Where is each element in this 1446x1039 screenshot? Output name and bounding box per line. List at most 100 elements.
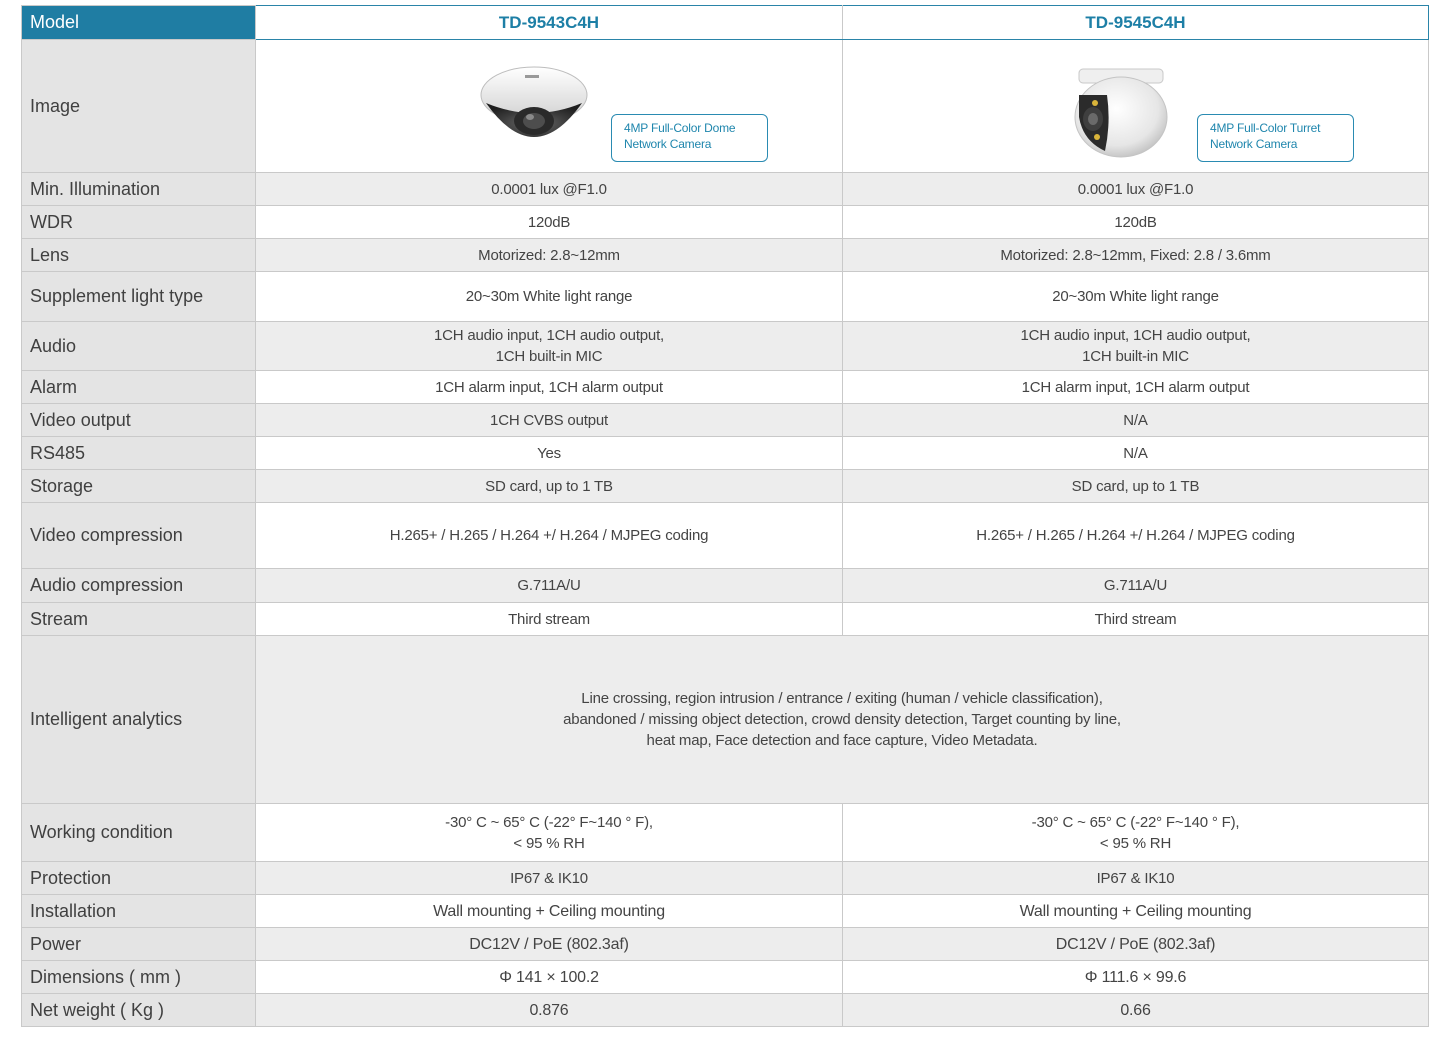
spec-row-lens: Lens Motorized: 2.8~12mm Motorized: 2.8~… — [21, 238, 1429, 272]
product-image-1: 4MP Full-Color Dome Network Camera — [256, 41, 842, 171]
caption-2-line1: 4MP Full-Color Turret — [1210, 121, 1321, 135]
working-2-line1: -30° C ~ 65° C (-22° F~140 ° F), — [1031, 813, 1240, 831]
row-value-1: H.265+ / H.265 / H.264 +/ H.264 / MJPEG … — [255, 502, 843, 569]
row-value-1: 1CH alarm input, 1CH alarm output — [255, 370, 843, 404]
row-value-2: G.711A/U — [842, 568, 1429, 603]
spec-row-net-weight: Net weight ( Kg ) 0.876 0.66 — [21, 993, 1429, 1027]
row-label: Intelligent analytics — [21, 635, 256, 804]
spec-row-installation: Installation Wall mounting + Ceiling mou… — [21, 894, 1429, 928]
row-value-2: 1CH audio input, 1CH audio output, 1CH b… — [842, 321, 1429, 371]
row-value-2: Wall mounting + Ceiling mounting — [842, 894, 1429, 928]
audio-2-line1: 1CH audio input, 1CH audio output, — [1020, 327, 1251, 344]
spec-row-rs485: RS485 Yes N/A — [21, 436, 1429, 470]
product-image-2: 4MP Full-Color Turret Network Camera — [843, 41, 1428, 171]
row-value-1: 20~30m White light range — [255, 271, 843, 322]
row-label: Audio — [21, 321, 256, 371]
spec-row-alarm: Alarm 1CH alarm input, 1CH alarm output … — [21, 370, 1429, 404]
row-label: WDR — [21, 205, 256, 239]
spec-row-dimensions: Dimensions ( mm ) Φ 141 × 100.2 Φ 111.6 … — [21, 960, 1429, 994]
spec-row-supplement-light: Supplement light type 20~30m White light… — [21, 271, 1429, 322]
model-name-2: TD-9545C4H — [842, 5, 1429, 40]
header-row: Model TD-9543C4H TD-9545C4H — [21, 5, 1429, 40]
row-value-1: -30° C ~ 65° C (-22° F~140 ° F), < 95 % … — [255, 803, 843, 862]
row-label: Min. Illumination — [21, 172, 256, 206]
image-cell-2: 4MP Full-Color Turret Network Camera — [842, 39, 1429, 173]
audio-2-line2: 1CH built-in MIC — [1082, 348, 1189, 365]
row-value-2: DC12V / PoE (802.3af) — [842, 927, 1429, 961]
caption-2-line2: Network Camera — [1210, 137, 1298, 151]
row-label: Video output — [21, 403, 256, 437]
row-label: Storage — [21, 469, 256, 503]
row-value-2: 20~30m White light range — [842, 271, 1429, 322]
row-label: Power — [21, 927, 256, 961]
row-value-1: IP67 & IK10 — [255, 861, 843, 895]
spec-row-storage: Storage SD card, up to 1 TB SD card, up … — [21, 469, 1429, 503]
row-value-1: Φ 141 × 100.2 — [255, 960, 843, 994]
image-label: Image — [21, 39, 256, 173]
row-value-2: 1CH alarm input, 1CH alarm output — [842, 370, 1429, 404]
spec-row-intelligent-analytics: Intelligent analytics Line crossing, reg… — [21, 635, 1429, 804]
row-value-1: Motorized: 2.8~12mm — [255, 238, 843, 272]
row-label: Video compression — [21, 502, 256, 569]
row-value-2: H.265+ / H.265 / H.264 +/ H.264 / MJPEG … — [842, 502, 1429, 569]
row-value-1: 120dB — [255, 205, 843, 239]
row-label: Audio compression — [21, 568, 256, 603]
row-label: Protection — [21, 861, 256, 895]
spec-row-audio-compression: Audio compression G.711A/U G.711A/U — [21, 568, 1429, 603]
row-value-1: 0.0001 lux @F1.0 — [255, 172, 843, 206]
row-value-1: DC12V / PoE (802.3af) — [255, 927, 843, 961]
spec-row-power: Power DC12V / PoE (802.3af) DC12V / PoE … — [21, 927, 1429, 961]
row-value-1: Yes — [255, 436, 843, 470]
row-value-1: 1CH audio input, 1CH audio output, 1CH b… — [255, 321, 843, 371]
row-value-2: 120dB — [842, 205, 1429, 239]
caption-1-line2: Network Camera — [624, 137, 712, 151]
image-cell-1: 4MP Full-Color Dome Network Camera — [255, 39, 843, 173]
row-value-1: SD card, up to 1 TB — [255, 469, 843, 503]
row-label: Installation — [21, 894, 256, 928]
product-caption-1: 4MP Full-Color Dome Network Camera — [611, 114, 768, 162]
spec-row-wdr: WDR 120dB 120dB — [21, 205, 1429, 239]
audio-1-line1: 1CH audio input, 1CH audio output, — [433, 327, 665, 344]
spec-row-protection: Protection IP67 & IK10 IP67 & IK10 — [21, 861, 1429, 895]
row-label: Lens — [21, 238, 256, 272]
analytics-line3: heat map, Face detection and face captur… — [646, 732, 1038, 749]
product-caption-2: 4MP Full-Color Turret Network Camera — [1197, 114, 1354, 162]
working-1-line1: -30° C ~ 65° C (-22° F~140 ° F), — [445, 813, 653, 831]
dome-camera-icon — [480, 66, 588, 137]
row-value-2: 0.66 — [842, 993, 1429, 1027]
row-value-2: Φ 111.6 × 99.6 — [842, 960, 1429, 994]
spec-row-min-illumination: Min. Illumination 0.0001 lux @F1.0 0.000… — [21, 172, 1429, 206]
spec-row-audio: Audio 1CH audio input, 1CH audio output,… — [21, 321, 1429, 371]
spec-row-video-output: Video output 1CH CVBS output N/A — [21, 403, 1429, 437]
row-label: Working condition — [21, 803, 256, 862]
row-value-1: Third stream — [255, 602, 843, 636]
analytics-value: Line crossing, region intrusion / entran… — [255, 635, 1429, 804]
audio-1-line2: 1CH built-in MIC — [495, 348, 603, 365]
row-value-1: Wall mounting + Ceiling mounting — [255, 894, 843, 928]
row-value-2: SD card, up to 1 TB — [842, 469, 1429, 503]
row-label: Alarm — [21, 370, 256, 404]
row-value-1: 0.876 — [255, 993, 843, 1027]
row-label: Stream — [21, 602, 256, 636]
analytics-line2: abandoned / missing object detection, cr… — [563, 711, 1121, 728]
row-value-2: 0.0001 lux @F1.0 — [842, 172, 1429, 206]
row-label: Dimensions ( mm ) — [21, 960, 256, 994]
caption-1-line1: 4MP Full-Color Dome — [624, 121, 736, 135]
spec-row-video-compression: Video compression H.265+ / H.265 / H.264… — [21, 502, 1429, 569]
row-value-2: N/A — [842, 403, 1429, 437]
working-1-line2: < 95 % RH — [513, 834, 585, 852]
image-row: Image 4MP Full-Color Dome Network Camera… — [21, 39, 1429, 173]
spec-table: Model TD-9543C4H TD-9545C4H Image 4MP Fu… — [21, 5, 1429, 1027]
row-value-1: 1CH CVBS output — [255, 403, 843, 437]
working-2-line2: < 95 % RH — [1099, 834, 1172, 852]
model-name-1: TD-9543C4H — [255, 5, 843, 40]
analytics-line1: Line crossing, region intrusion / entran… — [581, 690, 1103, 707]
turret-camera-icon — [1074, 68, 1168, 158]
row-value-2: -30° C ~ 65° C (-22° F~140 ° F), < 95 % … — [842, 803, 1429, 862]
spec-row-stream: Stream Third stream Third stream — [21, 602, 1429, 636]
spec-row-working-condition: Working condition -30° C ~ 65° C (-22° F… — [21, 803, 1429, 862]
row-label: RS485 — [21, 436, 256, 470]
row-value-1: G.711A/U — [255, 568, 843, 603]
row-label: Supplement light type — [21, 271, 256, 322]
row-value-2: N/A — [842, 436, 1429, 470]
